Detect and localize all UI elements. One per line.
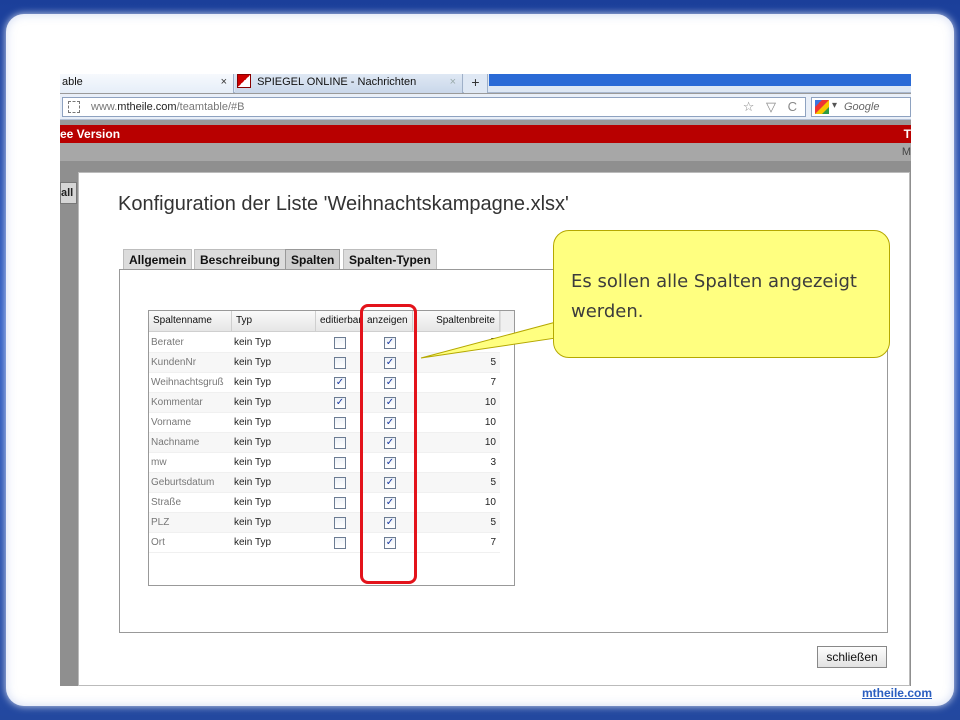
cell-spaltenname: Weihnachtsgruß [151,377,224,388]
column-header-spaltenbreite[interactable]: Spaltenbreite [413,311,500,332]
columns-grid: Spaltenname Typ editierbar anzeigen Spal… [148,310,515,586]
cell-spaltenname: Vorname [151,417,192,428]
navigation-bar: www.mtheile.com/teamtable/#B ☆ ▽ C ▾ Goo… [60,94,911,120]
google-icon [815,100,829,114]
editierbar-checkbox[interactable] [334,457,346,469]
table-row[interactable]: Geburtsdatum kein Typ ✓ 5 [149,473,500,493]
cell-spaltenbreite[interactable]: 10 [413,433,498,453]
grid-scrollbar-corner [500,311,514,332]
editierbar-checkbox[interactable] [334,477,346,489]
browser-tab-spiegel[interactable]: SPIEGEL ONLINE - Nachrichten × [235,74,463,93]
cell-spaltenbreite[interactable]: 7 [413,373,498,393]
editierbar-checkbox[interactable]: ✓ [334,377,346,389]
app-banner-text: ee Version [60,127,121,141]
address-bar[interactable]: www.mtheile.com/teamtable/#B ☆ ▽ C [62,97,806,117]
browser-tab-bar: able × SPIEGEL ONLINE - Nachrichten × + [60,74,911,93]
editierbar-checkbox[interactable] [334,537,346,549]
search-box[interactable]: ▾ Google [811,97,911,117]
browser-tab-label: able [62,76,83,88]
cell-typ[interactable]: kein Typ [234,433,314,453]
cell-spaltenname: Berater [151,337,184,348]
bookmark-star-icon[interactable]: ☆ ▽ C [743,99,801,115]
cell-spaltenname: Ort [151,537,165,548]
annotation-callout: Es sollen alle Spalten angezeigt werden. [553,230,890,358]
browser-screenshot: able × SPIEGEL ONLINE - Nachrichten × + … [60,74,911,686]
cell-spaltenbreite[interactable]: 5 [413,473,498,493]
cell-spaltenname: mw [151,457,167,468]
tab-beschreibung[interactable]: Beschreibung [194,249,287,269]
cell-spaltenname: Kommentar [151,397,203,408]
app-subbar: M [60,143,911,161]
tab-allgemein[interactable]: Allgemein [123,249,193,269]
cell-spaltenbreite[interactable]: 5 [413,333,498,353]
cell-spaltenbreite[interactable]: 3 [413,453,498,473]
table-row[interactable]: mw kein Typ ✓ 3 [149,453,500,473]
new-tab-button[interactable]: + [464,74,488,93]
column-header-typ[interactable]: Typ [232,311,316,332]
cell-spaltenbreite[interactable]: 10 [413,393,498,413]
tab-bar-fill [489,74,911,86]
editierbar-checkbox[interactable] [334,437,346,449]
cell-spaltenbreite[interactable]: 5 [413,353,498,373]
cell-typ[interactable]: kein Typ [234,333,314,353]
app-banner-right: T [903,127,911,141]
editierbar-checkbox[interactable] [334,517,346,529]
cell-spaltenname: Straße [151,497,182,508]
column-header-editierbar[interactable]: editierbar [316,311,363,332]
editierbar-checkbox[interactable]: ✓ [334,397,346,409]
table-row[interactable]: Straße kein Typ ✓ 10 [149,493,500,513]
spiegel-favicon-icon [237,74,251,88]
table-row[interactable]: Vorname kein Typ ✓ 10 [149,413,500,433]
cell-spaltenname: KundenNr [151,357,197,368]
url-text: www.mtheile.com/teamtable/#B [91,101,245,113]
tab-spalten[interactable]: Spalten [285,249,341,269]
cell-typ[interactable]: kein Typ [234,413,314,433]
app-banner: ee Version T [60,125,911,143]
cell-spaltenbreite[interactable]: 5 [413,513,498,533]
table-row[interactable]: Ort kein Typ ✓ 7 [149,533,500,553]
cell-spaltenname: Geburtsdatum [151,477,215,488]
table-row[interactable]: KundenNr kein Typ ✓ 5 [149,353,500,373]
close-icon[interactable]: × [221,74,227,91]
table-row[interactable]: PLZ kein Typ ✓ 5 [149,513,500,533]
editierbar-checkbox[interactable] [334,357,346,369]
app-subbar-right: M [901,146,911,158]
footer-link[interactable]: mtheile.com [862,686,932,700]
table-row[interactable]: Nachname kein Typ ✓ 10 [149,433,500,453]
search-placeholder: Google [844,101,880,113]
tab-spalten-typen[interactable]: Spalten-Typen [343,249,437,269]
grid-header: Spaltenname Typ editierbar anzeigen Spal… [149,311,500,332]
table-row[interactable]: Berater kein Typ ✓ 5 [149,333,500,353]
cell-typ[interactable]: kein Typ [234,453,314,473]
cell-spaltenbreite[interactable]: 7 [413,533,498,553]
table-row[interactable]: Weihnachtsgruß kein Typ ✓ ✓ 7 [149,373,500,393]
anzeigen-highlight-box [360,304,417,584]
cell-typ[interactable]: kein Typ [234,493,314,513]
browser-tab-label: SPIEGEL ONLINE - Nachrichten [257,76,417,88]
column-header-name[interactable]: Spaltenname [149,311,232,332]
close-icon[interactable]: × [450,74,456,91]
cell-typ[interactable]: kein Typ [234,393,314,413]
dialog-title: Konfiguration der Liste 'Weihnachtskampa… [118,193,569,215]
cell-spaltenbreite[interactable]: 10 [413,413,498,433]
browser-tab-teamtable[interactable]: able × [60,74,234,93]
page-identity-icon [68,101,80,113]
close-button[interactable]: schließen [817,646,887,668]
table-row[interactable]: Kommentar kein Typ ✓ ✓ 10 [149,393,500,413]
cell-spaltenbreite[interactable]: 10 [413,493,498,513]
side-tab[interactable]: all [60,182,77,204]
cell-spaltenname: PLZ [151,517,170,528]
editierbar-checkbox[interactable] [334,417,346,429]
cell-typ[interactable]: kein Typ [234,513,314,533]
cell-typ[interactable]: kein Typ [234,373,314,393]
cell-typ[interactable]: kein Typ [234,473,314,493]
cell-typ[interactable]: kein Typ [234,353,314,373]
chevron-down-icon[interactable]: ▾ [832,100,837,111]
cell-typ[interactable]: kein Typ [234,533,314,553]
editierbar-checkbox[interactable] [334,337,346,349]
cell-spaltenname: Nachname [151,437,200,448]
editierbar-checkbox[interactable] [334,497,346,509]
